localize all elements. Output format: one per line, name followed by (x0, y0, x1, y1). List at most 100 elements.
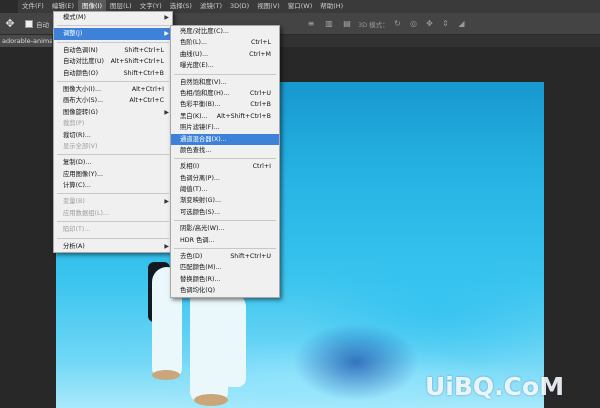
menu-separator (174, 158, 276, 160)
distribute-icon[interactable]: ≡ (305, 18, 317, 30)
adjust-menu-item[interactable]: 亮度/对比度(C)... (171, 26, 279, 37)
image-menu-item: 裁剪(P) (54, 118, 172, 129)
image-menu-item[interactable]: 计算(C)... (54, 180, 172, 191)
menu-window[interactable]: 窗口(W) (284, 0, 317, 13)
menu-help[interactable]: 帮助(H) (316, 0, 347, 13)
menu-3d[interactable]: 3D(D) (226, 0, 253, 13)
3d-rotate-icon[interactable]: ↻ (392, 18, 403, 30)
move-tool-icon[interactable]: ✥ (3, 17, 17, 31)
adjust-menu-item-label: 阴影/高光(W)... (180, 225, 225, 233)
auto-select-checkbox[interactable] (25, 19, 33, 28)
adjust-menu-item-shortcut: Shift+Ctrl+U (230, 253, 271, 261)
3d-slide-icon[interactable]: ⇕ (440, 18, 451, 30)
adjust-menu-item[interactable]: 自然饱和度(V)... (171, 77, 279, 88)
adjust-menu-item-label: 阈值(T)... (180, 186, 208, 194)
3d-pan-icon[interactable]: ✥ (424, 18, 435, 30)
adjust-menu-item-label: 匹配颜色(M)... (180, 264, 222, 272)
image-menu-item[interactable]: 应用图像(Y)... (54, 169, 172, 180)
image-menu-item-shortcut: Alt+Ctrl+I (131, 85, 164, 93)
image-menu-item-shortcut: Alt+Shift+Ctrl+L (110, 58, 164, 66)
adjust-menu-item[interactable]: 照片滤镜(F)... (171, 122, 279, 133)
adjust-menu-item[interactable]: HDR 色调... (171, 235, 279, 246)
image-menu-item-label: 图像大小(I)... (63, 85, 101, 93)
image-menu-item-shortcut: Alt+Ctrl+C (129, 97, 164, 105)
adjust-menu-item-label: 反相(I) (180, 163, 200, 171)
submenu-arrow-icon: ▶ (164, 30, 169, 38)
image-menu-item-shortcut: Shift+Ctrl+B (123, 69, 164, 77)
adjust-menu-item[interactable]: 匹配颜色(M)... (171, 262, 279, 273)
adjust-menu-item-shortcut: Ctrl+L (251, 39, 271, 47)
submenu-arrow-icon: ▶ (164, 242, 169, 250)
adjust-menu-item[interactable]: 色阶(L)... Ctrl+L (171, 37, 279, 48)
image-menu-item[interactable]: 自动颜色(O) Shift+Ctrl+B (54, 68, 172, 79)
menu-file[interactable]: 文件(F) (18, 0, 48, 13)
submenu-arrow-icon: ▶ (164, 14, 169, 21)
dog-paw-middle (194, 394, 228, 406)
adjust-menu-item[interactable]: 可选颜色(S)... (171, 207, 279, 218)
image-menu-item[interactable]: 自动对比度(U) Alt+Shift+Ctrl+L (54, 56, 172, 67)
adjust-menu-item-label: 色调均化(Q) (180, 287, 216, 295)
app-icon (0, 0, 18, 13)
image-menu-item-label: 画布大小(S)... (63, 97, 104, 105)
adjust-menu-item[interactable]: 反相(I) Ctrl+I (171, 161, 279, 172)
adjust-menu-item[interactable]: 色调均化(Q) (171, 285, 279, 296)
menu-separator (57, 193, 169, 195)
image-menu-item[interactable]: 复制(D)... (54, 157, 172, 168)
document-tab[interactable]: adorable-animal- (0, 35, 52, 47)
menu-filter[interactable]: 滤镜(T) (196, 0, 226, 13)
adjust-menu-item[interactable]: 曲线(U)... Ctrl+M (171, 49, 279, 60)
image-menu-item-label: 显示全部(V) (63, 142, 98, 150)
image-menu-item-shortcut: Shift+Ctrl+L (124, 46, 164, 54)
image-menu-item-label: 模式(M) (63, 14, 86, 21)
dog-leg-right (216, 292, 246, 387)
image-menu-item: 显示全部(V) (54, 141, 172, 152)
align-right-icon[interactable]: ▤ (341, 18, 353, 30)
image-menu-item[interactable]: 调整(J) ▶ (54, 28, 172, 40)
adjust-menu-item[interactable]: 颜色查找... (171, 145, 279, 156)
image-menu-item-label: 陷印(T)... (63, 226, 91, 234)
image-menu-item-label: 自动色调(N) (63, 46, 98, 54)
menu-view[interactable]: 视图(V) (253, 0, 284, 13)
image-menu-item[interactable]: 自动色调(N) Shift+Ctrl+L (54, 45, 172, 56)
menu-separator (57, 80, 169, 82)
adjust-menu-item-label: 黑白(K)... (180, 112, 208, 120)
adjust-menu-item-shortcut: Ctrl+U (249, 89, 271, 97)
image-menu-item[interactable]: 分析(A) ▶ (54, 241, 172, 252)
image-menu-item[interactable]: 模式(M) ▶ (54, 12, 172, 23)
adjust-menu-item[interactable]: 通道混合器(X)... (171, 133, 279, 145)
menu-separator (174, 248, 276, 250)
image-menu-item: 变量(B) ▶ (54, 196, 172, 207)
adjust-menu-item[interactable]: 渐变映射(G)... (171, 195, 279, 206)
adjust-menu-item[interactable]: 黑白(K)... Alt+Shift+Ctrl+B (171, 111, 279, 122)
adjust-menu-item[interactable]: 阴影/高光(W)... (171, 223, 279, 234)
image-menu-item-label: 变量(B) (63, 198, 85, 206)
image-menu-item[interactable]: 图像大小(I)... Alt+Ctrl+I (54, 84, 172, 95)
image-menu-item[interactable]: 画布大小(S)... Alt+Ctrl+C (54, 95, 172, 106)
adjust-menu-item[interactable]: 色彩平衡(B)... Ctrl+B (171, 99, 279, 110)
adjust-menu-item[interactable]: 色调分离(P)... (171, 173, 279, 184)
submenu-arrow-icon: ▶ (164, 108, 169, 116)
image-menu-item-label: 分析(A) (63, 242, 85, 250)
image-menu-item-label: 计算(C)... (63, 182, 91, 190)
image-menu-item-label: 应用图像(Y)... (63, 170, 103, 178)
image-menu-item[interactable]: 图像旋转(G) ▶ (54, 107, 172, 118)
adjust-menu-item[interactable]: 曝光度(E)... (171, 60, 279, 71)
3d-roll-icon[interactable]: ◎ (408, 18, 419, 30)
image-menu-item[interactable]: 裁切(R)... (54, 130, 172, 141)
adjust-menu-item-label: 颜色查找... (180, 146, 212, 154)
image-menu-item: 陷印(T)... (54, 224, 172, 235)
adjust-menu-item[interactable]: 替换颜色(R)... (171, 274, 279, 285)
adjust-menu-item[interactable]: 色相/饱和度(H)... Ctrl+U (171, 88, 279, 99)
image-menu-item-label: 应用数据组(L)... (63, 209, 109, 217)
menu-separator (57, 25, 169, 27)
image-menu-item-label: 图像旋转(G) (63, 108, 98, 116)
adjust-menu-item[interactable]: 阈值(T)... (171, 184, 279, 195)
adjust-menu-item-label: 替换颜色(R)... (180, 275, 221, 283)
adjust-menu-item-label: 色阶(L)... (180, 39, 208, 47)
adjust-menu-item-label: 去色(D) (180, 253, 203, 261)
adjust-menu-item[interactable]: 去色(D) Shift+Ctrl+U (171, 251, 279, 262)
adjust-menu-item-label: 通道混合器(X)... (180, 135, 227, 143)
menu-separator (57, 237, 169, 239)
align-icon[interactable]: ▥ (323, 18, 335, 30)
3d-scale-icon[interactable]: ◢ (456, 18, 467, 30)
